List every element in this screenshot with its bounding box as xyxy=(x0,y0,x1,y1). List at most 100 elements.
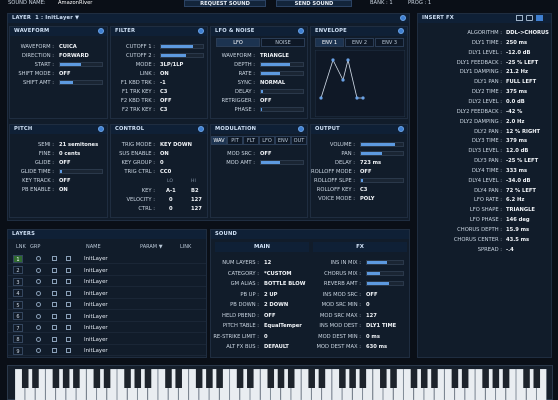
layer-name[interactable]: InitLayer xyxy=(84,256,108,262)
lfo-depth-slider[interactable] xyxy=(260,62,304,67)
black-key[interactable] xyxy=(52,369,60,388)
sound-main-value[interactable]: EqualTemper xyxy=(264,323,302,329)
sound-name-value[interactable]: AmazonRiver xyxy=(58,0,92,6)
layer-link-toggle[interactable] xyxy=(36,267,41,273)
env-node[interactable] xyxy=(355,96,359,100)
layer-group-checkbox[interactable] xyxy=(52,267,57,273)
layer-name[interactable]: InitLayer xyxy=(84,291,108,297)
black-key[interactable] xyxy=(216,369,223,388)
env-node[interactable] xyxy=(361,96,365,100)
black-key[interactable] xyxy=(277,369,285,388)
output-gear-icon[interactable] xyxy=(398,126,404,132)
black-key[interactable] xyxy=(21,369,29,388)
f2-kbd-trk-value[interactable]: OFF xyxy=(160,98,172,104)
env-node[interactable] xyxy=(319,96,323,100)
direction-value[interactable]: FORWARD xyxy=(59,53,89,59)
voice-mode-value[interactable]: POLY xyxy=(360,196,374,202)
layer-link-toggle[interactable] xyxy=(36,290,41,296)
key-range-hi[interactable]: B2 xyxy=(191,188,199,194)
lfo-retrigger-value[interactable]: OFF xyxy=(260,98,272,104)
table-row[interactable]: 1 InitLayer xyxy=(8,253,206,265)
black-key[interactable] xyxy=(124,369,131,388)
waveform-gear-icon[interactable] xyxy=(98,28,104,34)
black-key[interactable] xyxy=(32,369,39,388)
layer-selector[interactable]: 1 : InitLayer ▼ xyxy=(35,15,79,21)
velocity-range-hi[interactable]: 127 xyxy=(191,197,202,203)
cutoff1-slider[interactable] xyxy=(160,44,204,49)
layer-link-toggle[interactable] xyxy=(36,325,41,330)
fx-param-value[interactable]: TRIANGLE xyxy=(506,207,535,213)
layer-name[interactable]: InitLayer xyxy=(84,348,108,354)
key-group-value[interactable]: 0 xyxy=(160,160,164,166)
envelope-graph[interactable] xyxy=(315,50,405,117)
tab-env3[interactable]: ENV 3 xyxy=(375,38,404,47)
glide-time-slider[interactable] xyxy=(59,169,103,174)
fx-param-value[interactable]: -25 % LEFT xyxy=(506,158,538,164)
bank-indicator[interactable]: BANK : 1 xyxy=(370,0,393,6)
shift-mode-value[interactable]: OFF xyxy=(59,71,71,77)
lfo-delay-slider[interactable] xyxy=(260,89,304,94)
fx-param-value[interactable]: 2.0 Hz xyxy=(506,119,524,125)
layer-name[interactable]: InitLayer xyxy=(84,337,108,343)
fx-param-value[interactable]: -34.0 dB xyxy=(506,178,530,184)
table-row[interactable]: 3 InitLayer xyxy=(8,276,206,288)
tab-mod-out[interactable]: OUT xyxy=(291,136,307,145)
black-key[interactable] xyxy=(523,369,530,388)
out-delay-value[interactable]: 723 ms xyxy=(360,160,381,166)
fx-param-value[interactable]: 333 ms xyxy=(506,168,527,174)
fx-param-value[interactable]: -.4 xyxy=(506,247,514,253)
tab-mod-env[interactable]: ENV xyxy=(275,136,291,145)
black-key[interactable] xyxy=(451,369,459,388)
ctrl-range-lo[interactable]: 0 xyxy=(169,206,173,212)
layer-group-checkbox[interactable] xyxy=(52,325,57,330)
f1-kbd-trk-value[interactable]: -1 xyxy=(160,80,166,86)
black-key[interactable] xyxy=(144,369,152,388)
black-key[interactable] xyxy=(318,369,326,388)
black-key[interactable] xyxy=(359,369,367,388)
sound-fx-value[interactable]: 0 ms xyxy=(366,334,380,340)
fx-param-value[interactable]: 21.2 Hz xyxy=(506,69,528,75)
tab-mod-wav[interactable]: WAV xyxy=(211,136,227,145)
fx-param-value[interactable]: 43.5 ms xyxy=(506,237,529,243)
fx-save-icon[interactable] xyxy=(536,15,543,21)
layer-name[interactable]: InitLayer xyxy=(84,279,108,285)
table-row[interactable]: 6 InitLayer xyxy=(8,311,206,322)
black-key[interactable] xyxy=(247,369,254,388)
lfo-gear-icon[interactable] xyxy=(298,28,304,34)
black-key[interactable] xyxy=(410,369,418,388)
table-row[interactable]: 8 InitLayer xyxy=(8,334,206,345)
layer-link-toggle[interactable] xyxy=(36,348,41,353)
trig-mode-value[interactable]: KEY DOWN xyxy=(160,142,192,148)
black-key[interactable] xyxy=(308,369,315,388)
fx-param-value[interactable]: 15.9 ms xyxy=(506,227,529,233)
ctrl-range-hi[interactable]: 127 xyxy=(191,206,202,212)
mod-src-value[interactable]: OFF xyxy=(260,151,272,157)
layer-mute-checkbox[interactable] xyxy=(66,267,71,273)
filter-link-value[interactable]: ON xyxy=(160,71,169,77)
modulation-gear-icon[interactable] xyxy=(298,126,304,132)
fx-param-value[interactable]: 379 ms xyxy=(506,138,527,144)
fx-param-value[interactable]: 250 ms xyxy=(506,40,527,46)
tab-env2[interactable]: ENV 2 xyxy=(345,38,374,47)
fx-param-value[interactable]: 375 ms xyxy=(506,89,527,95)
fx-param-value[interactable]: 72 % LEFT xyxy=(506,188,536,194)
sound-main-value[interactable]: 0 xyxy=(264,334,268,340)
filter-mode-value[interactable]: 3LP/1LP xyxy=(160,62,183,68)
env-node[interactable] xyxy=(346,58,350,62)
tab-mod-flt[interactable]: FLT xyxy=(243,136,259,145)
sound-main-value[interactable]: 12 xyxy=(264,260,271,266)
layer-number[interactable]: 6 xyxy=(13,312,23,320)
layer-number[interactable]: 5 xyxy=(13,300,23,309)
table-row[interactable]: 2 InitLayer xyxy=(8,265,206,276)
table-row[interactable]: 9 InitLayer xyxy=(8,345,206,357)
layer-number[interactable]: 2 xyxy=(13,266,23,274)
fx-param-value[interactable]: 6.2 Hz xyxy=(506,197,524,203)
fx-param-value[interactable]: -42 % xyxy=(506,109,522,115)
layer-mute-checkbox[interactable] xyxy=(66,256,71,261)
black-key[interactable] xyxy=(533,369,541,388)
layer-link-toggle[interactable] xyxy=(36,256,41,261)
black-key[interactable] xyxy=(206,369,213,388)
request-sound-button[interactable]: REQUEST SOUND xyxy=(184,0,266,7)
layer-mute-checkbox[interactable] xyxy=(66,290,71,296)
fx-param-value[interactable]: 146 deg xyxy=(506,217,530,223)
